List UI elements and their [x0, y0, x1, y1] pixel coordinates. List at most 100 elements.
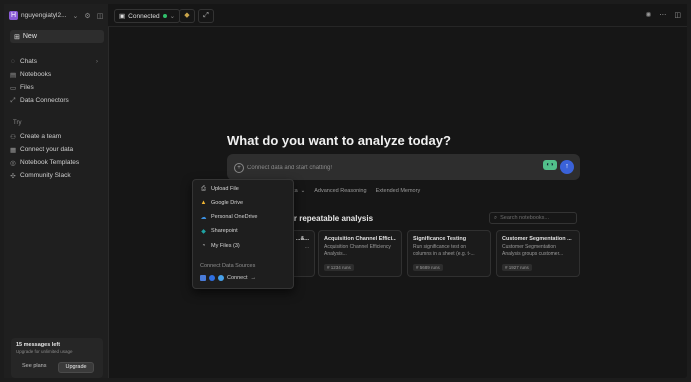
usage-card: 15 messages left Upgrade for unlimited u… — [11, 338, 103, 378]
diamond-icon: ◆ — [184, 12, 190, 19]
settings-icon[interactable]: ✺ — [646, 11, 652, 19]
option-label: Extended Memory — [375, 188, 421, 194]
connector-icon: ⤢ — [10, 96, 16, 104]
sharepoint-icon: ◆ — [201, 228, 206, 235]
try-item-label: Notebook Templates — [20, 159, 80, 166]
chat-input[interactable] — [245, 162, 509, 174]
server-icon: ▣ — [119, 13, 126, 20]
workspace-logo: H — [9, 11, 18, 20]
sidebar-item-label: Data Connectors — [20, 97, 69, 104]
menu-item-upload-file[interactable]: ⎙ Upload File — [200, 184, 239, 194]
menu-item-label: Google Drive — [211, 200, 244, 206]
option-label: Advanced Reasoning — [314, 188, 367, 194]
card-description: Customer Segmentation Analysis groups cu… — [502, 244, 564, 257]
team-icon: ⚇ — [10, 133, 16, 141]
menu-item-label: Sharepoint — [211, 228, 238, 234]
notebook-search: ⌕ — [489, 212, 577, 224]
chat-options: ata ⌄ Advanced Reasoning Extended Memory — [290, 188, 420, 194]
attach-data-menu: ⎙ Upload File ▲ Google Drive ☁ Personal … — [192, 179, 294, 289]
template-card[interactable]: Customer Segmentation ... Customer Segme… — [496, 230, 580, 277]
add-attachment-icon[interactable]: + — [234, 163, 244, 173]
sidebar-item-label: Notebooks — [20, 71, 52, 78]
try-item-community-slack[interactable]: ✣ Community Slack — [10, 169, 102, 182]
sidebar: H nguyengiatyl2... ⌄ ⚙ ◫ ⊞ New ◌ Chats ›… — [4, 4, 109, 378]
panel-icon[interactable]: ◫ — [674, 11, 681, 19]
usage-title: 15 messages left — [16, 342, 61, 348]
chevron-down-icon: ⌄ — [300, 188, 306, 194]
connection-status-button[interactable]: ▣ Connected ⌄ — [114, 9, 181, 23]
google-drive-icon: ▲ — [200, 200, 207, 206]
sparkle-button[interactable]: ◆ — [179, 9, 195, 23]
card-run-count: # 5689 runs — [413, 264, 443, 271]
card-title: Customer Segmentation ... — [502, 236, 572, 242]
try-list: ⚇ Create a team ▦ Connect your data ◎ No… — [10, 130, 102, 182]
menu-item-google-drive[interactable]: ▲ Google Drive — [200, 198, 244, 208]
try-item-label: Community Slack — [20, 172, 71, 179]
slack-icon: ✣ — [10, 172, 16, 180]
template-card[interactable]: Acquisition Channel Effici... Acquisitio… — [318, 230, 402, 277]
workspace-switcher[interactable]: H nguyengiatyl2... ⌄ ⚙ ◫ — [9, 11, 103, 20]
option-extended-memory[interactable]: Extended Memory — [376, 188, 421, 194]
my-files-icon: ◔ — [201, 243, 206, 249]
try-item-connect-data[interactable]: ▦ Connect your data — [10, 143, 102, 156]
menu-item-personal-onedrive[interactable]: ☁ Personal OneDrive — [200, 212, 258, 222]
card-title: Significance Testing — [413, 236, 467, 242]
chat-icon: ◌ — [11, 58, 15, 65]
sidebar-toggle-icon[interactable]: ◫ — [97, 12, 104, 20]
connection-label: Connected — [128, 12, 160, 20]
chevron-right-icon[interactable]: › — [96, 58, 98, 65]
search-icon: ⌕ — [494, 214, 498, 221]
file-icon: ▭ — [10, 84, 17, 92]
notebook-icon: ▤ — [10, 71, 17, 79]
menu-item-label: Personal OneDrive — [211, 214, 258, 220]
onedrive-icon: ☁ — [200, 214, 207, 221]
new-button[interactable]: ⊞ New — [10, 30, 104, 43]
connect-data-sources-button[interactable]: Connect → — [200, 275, 256, 281]
new-button-label: New — [22, 33, 37, 40]
chevron-down-icon: ⌄ — [169, 13, 176, 20]
connector-logo-icon — [218, 275, 224, 281]
template-icon: ◎ — [10, 159, 16, 167]
card-run-count: # 1234 runs — [324, 264, 354, 271]
notebook-search-input[interactable] — [500, 215, 571, 221]
try-item-create-team[interactable]: ⚇ Create a team — [10, 130, 102, 143]
settings-icon[interactable]: ⚙ — [84, 12, 90, 20]
try-item-label: Connect your data — [20, 146, 74, 153]
sidebar-item-notebooks[interactable]: ▤ Notebooks — [10, 68, 102, 81]
sidebar-item-files[interactable]: ▭ Files — [10, 81, 102, 94]
connect-label: Connect — [227, 275, 248, 281]
card-description: Acquisition Channel Efficiency Analysis.… — [324, 244, 391, 257]
sidebar-item-data-connectors[interactable]: ⤢ Data Connectors — [10, 94, 102, 107]
card-title: Acquisition Channel Effici... — [324, 236, 396, 242]
option-advanced-reasoning[interactable]: Advanced Reasoning — [314, 188, 366, 194]
menu-item-label: Upload File — [211, 186, 239, 192]
page-title: What do you want to analyze today? — [227, 133, 451, 148]
try-item-notebook-templates[interactable]: ◎ Notebook Templates — [10, 156, 102, 169]
send-button[interactable]: ↑ — [560, 160, 574, 174]
chat-input-box: + ◐◑ ↑ — [227, 154, 580, 180]
attachments-badge-icon[interactable]: ◐◑ — [543, 160, 557, 170]
try-item-label: Create a team — [20, 133, 62, 140]
chevron-down-icon[interactable]: ⌄ — [73, 12, 79, 20]
expand-button[interactable]: ⤢ — [198, 9, 214, 23]
card-description: Run significance test on columns in a sh… — [413, 244, 475, 257]
sidebar-item-label: Chats — [20, 58, 37, 65]
status-dot — [162, 14, 167, 18]
more-icon[interactable]: ⋯ — [659, 11, 666, 19]
see-plans-button[interactable]: See plans — [16, 362, 52, 371]
expand-icon: ⤢ — [203, 12, 209, 19]
upgrade-button[interactable]: Upgrade — [58, 362, 94, 373]
template-card[interactable]: Significance Testing Run significance te… — [407, 230, 491, 277]
arrow-right-icon: → — [250, 275, 257, 281]
workspace-name: nguyengiatyl2... — [21, 12, 67, 19]
try-section-title: Try — [13, 120, 22, 126]
sidebar-item-chats[interactable]: ◌ Chats › — [10, 55, 102, 68]
upload-icon: ⎙ — [201, 185, 206, 192]
database-icon: ▦ — [10, 146, 17, 154]
menu-item-sharepoint[interactable]: ◆ Sharepoint — [200, 226, 238, 236]
usage-subtitle: Upgrade for unlimited usage — [16, 349, 73, 354]
sidebar-item-label: Files — [20, 84, 34, 91]
connect-sources-title: Connect Data Sources — [200, 263, 256, 269]
card-run-count: # 1927 runs — [502, 264, 532, 271]
menu-item-my-files[interactable]: ◔ My Files (3) — [200, 241, 240, 251]
